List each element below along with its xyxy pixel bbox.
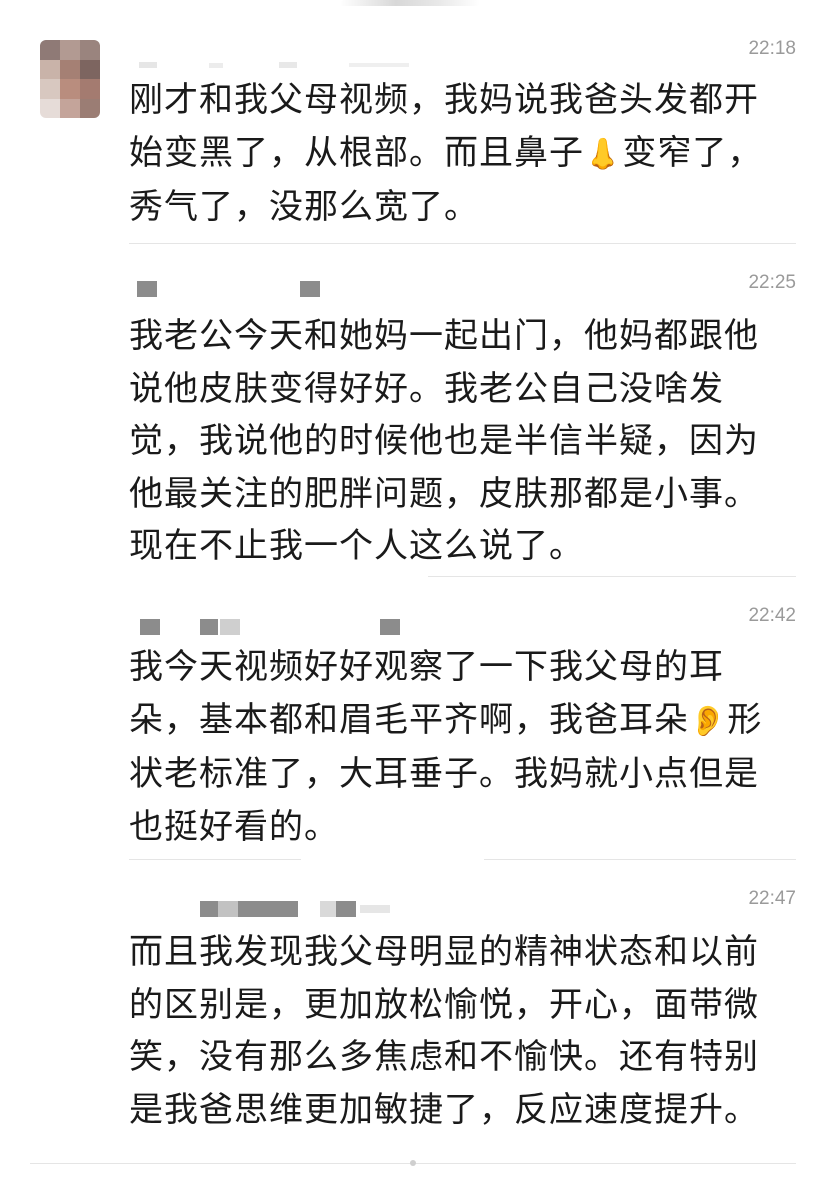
- sender-name-blurred: [140, 619, 400, 635]
- top-scroll-fade: [340, 0, 480, 6]
- ear-icon: 👂: [689, 703, 728, 739]
- scroll-indicator-dot: [410, 1160, 416, 1166]
- divider: [484, 859, 796, 860]
- message-text-part: 我今天视频好好观察了一下我父母的耳朵，基本都和眉毛平齐啊，我爸耳朵: [129, 647, 724, 740]
- divider: [428, 576, 796, 577]
- message-time: 22:47: [748, 888, 796, 909]
- message-text: 我今天视频好好观察了一下我父母的耳朵，基本都和眉毛平齐啊，我爸耳朵👂形状老标准了…: [129, 641, 789, 853]
- message-text: 刚才和我父母视频，我妈说我爸头发都开始变黑了，从根部。而且鼻子👃变窄了，秀气了，…: [129, 74, 789, 234]
- message-time: 22:42: [748, 605, 796, 626]
- divider: [129, 243, 796, 244]
- sender-name-blurred: [137, 281, 327, 297]
- message-text: 我老公今天和她妈一起出门，他妈都跟他说他皮肤变得好好。我老公自己没啥发觉，我说他…: [129, 316, 759, 566]
- nose-icon: 👃: [584, 136, 623, 172]
- message-time: 22:25: [748, 272, 796, 293]
- message-text: 而且我发现我父母明显的精神状态和以前的区别是，更加放松愉悦，开心，面带微笑，没有…: [129, 932, 759, 1130]
- divider: [129, 859, 301, 860]
- message-time: 22:18: [748, 38, 796, 59]
- sender-name-blurred: [129, 57, 409, 73]
- avatar[interactable]: [40, 40, 100, 118]
- sender-name-blurred: [200, 901, 410, 917]
